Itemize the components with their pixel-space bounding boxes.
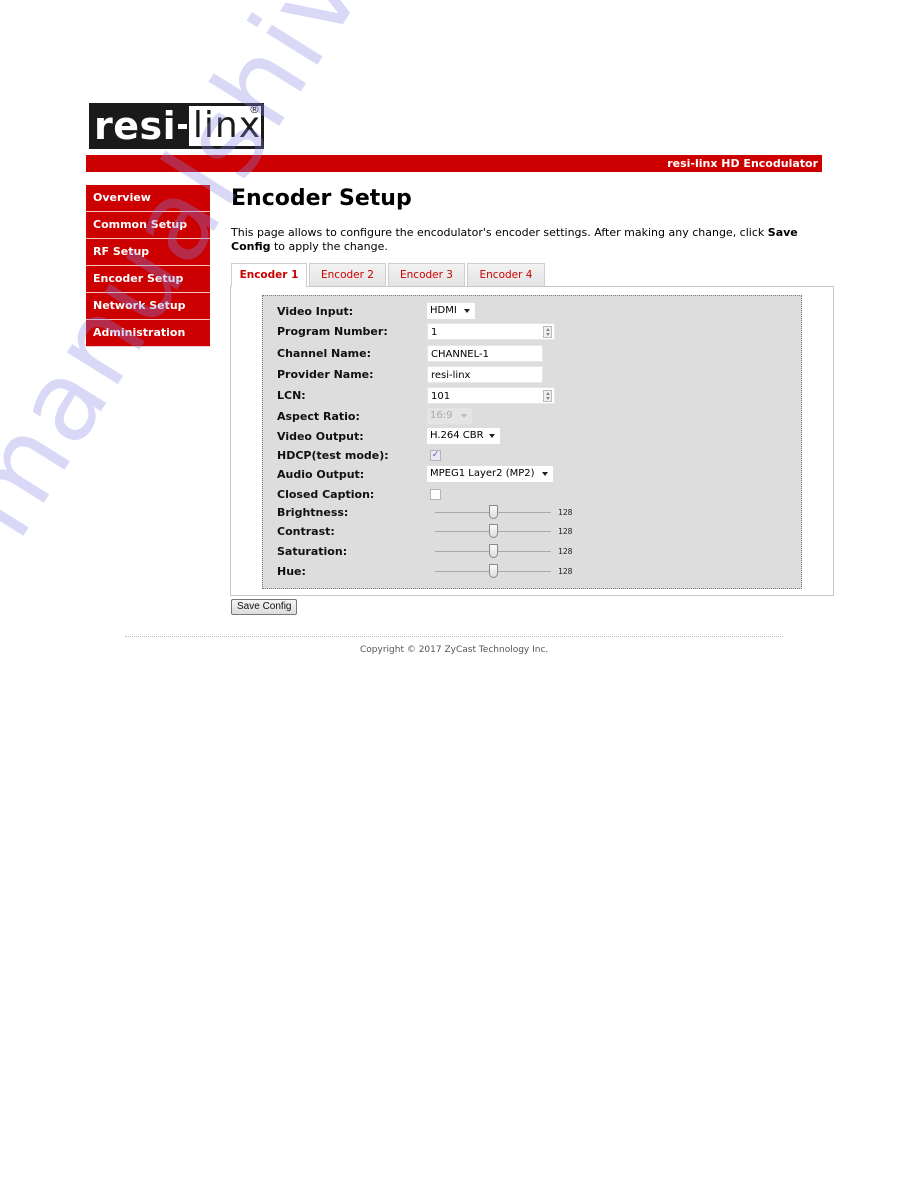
- copyright-text: Copyright © 2017 ZyCast Technology Inc.: [360, 645, 549, 655]
- video-output-row: Video Output: H.264 CBR: [277, 428, 500, 446]
- lcn-label: LCN:: [277, 389, 306, 402]
- save-config-button[interactable]: Save Config: [231, 599, 298, 615]
- brightness-label: Brightness:: [277, 506, 349, 519]
- logo-dash: [177, 103, 187, 149]
- sidebar-item-network-setup[interactable]: Network Setup: [86, 293, 210, 320]
- video-output-value: H.264 CBR: [430, 430, 484, 441]
- audio-output-row: Audio Output: MPEG1 Layer2 (MP2): [277, 466, 553, 484]
- sidebar-item-rf-setup[interactable]: RF Setup: [86, 239, 210, 266]
- lcn-value: 101: [431, 391, 451, 402]
- provider-name-label: Provider Name:: [277, 368, 374, 381]
- closed-caption-label: Closed Caption:: [277, 488, 375, 501]
- brightness-value: 128: [558, 508, 573, 517]
- aspect-ratio-label: Aspect Ratio:: [277, 410, 360, 423]
- chevron-down-icon: [489, 434, 495, 438]
- hue-label: Hue:: [277, 565, 306, 578]
- intro-text-part: to apply the change.: [270, 240, 388, 253]
- logo-text-right: linx ®: [188, 103, 261, 146]
- resi-linx-logo: resi linx ®: [89, 103, 264, 149]
- audio-output-select[interactable]: MPEG1 Layer2 (MP2): [427, 466, 553, 482]
- program-number-input[interactable]: 1: [427, 323, 555, 340]
- saturation-label: Saturation:: [277, 545, 348, 558]
- slider-thumb[interactable]: [489, 524, 498, 538]
- page-title: Encoder Setup: [231, 186, 412, 211]
- registered-mark: ®: [249, 103, 260, 116]
- sidebar-nav: Overview Common Setup RF Setup Encoder S…: [86, 185, 210, 347]
- video-input-select[interactable]: HDMI: [427, 303, 475, 319]
- audio-output-label: Audio Output:: [277, 468, 365, 481]
- channel-name-label: Channel Name:: [277, 347, 371, 360]
- hue-slider[interactable]: [435, 563, 551, 581]
- audio-output-value: MPEG1 Layer2 (MP2): [430, 468, 535, 479]
- slider-thumb[interactable]: [489, 544, 498, 558]
- saturation-slider[interactable]: [435, 543, 551, 561]
- saturation-value: 128: [558, 547, 573, 556]
- checkmark-icon: ✓: [431, 450, 440, 460]
- intro-text-part: This page allows to configure the encodu…: [231, 226, 768, 239]
- lcn-input[interactable]: 101: [427, 387, 555, 404]
- slider-thumb[interactable]: [489, 505, 498, 519]
- brightness-slider[interactable]: [435, 504, 551, 522]
- video-output-select[interactable]: H.264 CBR: [427, 428, 500, 444]
- channel-name-input[interactable]: CHANNEL-1: [427, 345, 543, 362]
- aspect-ratio-select: 16:9: [427, 408, 472, 424]
- video-input-label: Video Input:: [277, 305, 354, 318]
- provider-name-input[interactable]: resi-linx: [427, 366, 543, 383]
- spinner-arrows-icon[interactable]: [543, 390, 552, 402]
- sidebar-item-encoder-setup[interactable]: Encoder Setup: [86, 266, 210, 293]
- tab-encoder-4[interactable]: Encoder 4: [467, 263, 545, 286]
- spinner-arrows-icon[interactable]: [543, 326, 552, 338]
- tab-encoder-2[interactable]: Encoder 2: [309, 263, 386, 286]
- chevron-down-icon: [461, 414, 467, 418]
- header-bar: resi-linx HD Encodulator: [86, 155, 822, 172]
- contrast-label: Contrast:: [277, 525, 335, 538]
- chevron-down-icon: [542, 472, 548, 476]
- program-number-value: 1: [431, 327, 438, 338]
- intro-text: This page allows to configure the encodu…: [231, 226, 831, 254]
- contrast-slider[interactable]: [435, 523, 551, 541]
- video-output-label: Video Output:: [277, 430, 364, 443]
- hue-value: 128: [558, 567, 573, 576]
- aspect-ratio-row: Aspect Ratio: 16:9: [277, 408, 472, 426]
- chevron-down-icon: [464, 309, 470, 313]
- video-input-row: Video Input: HDMI: [277, 303, 475, 321]
- contrast-value: 128: [558, 527, 573, 536]
- closed-caption-checkbox[interactable]: [430, 489, 441, 500]
- sidebar-item-administration[interactable]: Administration: [86, 320, 210, 347]
- hdcp-checkbox[interactable]: ✓: [430, 450, 441, 461]
- video-input-value: HDMI: [430, 305, 457, 316]
- tab-encoder-3[interactable]: Encoder 3: [388, 263, 465, 286]
- tab-encoder-1[interactable]: Encoder 1: [231, 263, 307, 287]
- aspect-ratio-value: 16:9: [430, 410, 453, 421]
- footer-divider: [125, 636, 783, 637]
- hdcp-row: HDCP(test mode): ✓: [277, 447, 441, 465]
- logo-text-left: resi: [94, 104, 177, 148]
- closed-caption-row: Closed Caption:: [277, 486, 441, 504]
- slider-thumb[interactable]: [489, 564, 498, 578]
- program-number-label: Program Number:: [277, 325, 388, 338]
- sidebar-item-common-setup[interactable]: Common Setup: [86, 212, 210, 239]
- product-name: resi-linx HD Encodulator: [667, 157, 818, 170]
- sidebar-item-overview[interactable]: Overview: [86, 185, 210, 212]
- hdcp-label: HDCP(test mode):: [277, 449, 389, 462]
- encoder-tabs: Encoder 1 Encoder 2 Encoder 3 Encoder 4: [231, 263, 547, 287]
